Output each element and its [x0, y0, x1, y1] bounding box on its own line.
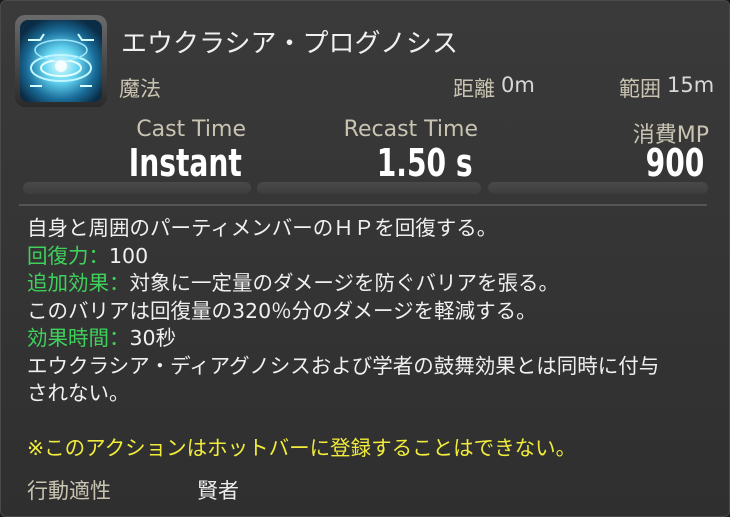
duration-line: 効果時間：30秒	[27, 325, 717, 353]
potency-line: 回復力：100	[27, 243, 717, 271]
eukrasian-prognosis-icon	[20, 20, 102, 102]
potency-label: 回復力：	[27, 243, 109, 268]
recast-time-label: Recast Time	[343, 117, 478, 142]
action-tooltip: エウクラシア・プログノシス 魔法 距離 0m 範囲 15m Cast Time …	[0, 0, 730, 517]
distance-label: 距離	[453, 77, 495, 101]
effect-line: 追加効果：対象に一定量のダメージを防ぐバリアを張る。	[27, 270, 717, 298]
cast-time-value: Instant	[128, 141, 242, 185]
mp-cost-value: 900	[645, 141, 704, 185]
description-line: このバリアは回復量の320％分のダメージを軽減する。	[27, 298, 537, 323]
job-value: 賢者	[197, 479, 239, 503]
recast-time-bar	[257, 182, 481, 194]
description-line: されない。	[27, 381, 130, 405]
cast-time-bar	[23, 182, 251, 194]
radius-value: 15m	[667, 73, 715, 97]
action-description: 自身と周囲のパーティメンバーのＨＰを回復する。 回復力：100 追加効果：対象に…	[27, 215, 717, 463]
duration-label: 効果時間：	[27, 326, 130, 350]
radius-label: 範囲	[619, 77, 661, 101]
cast-time-label: Cast Time	[136, 117, 246, 142]
description-line: 自身と周囲のパーティメンバーのＨＰを回復する。	[27, 216, 498, 240]
divider	[19, 204, 707, 206]
potency-value: 100	[109, 243, 149, 268]
action-icon-frame	[15, 15, 107, 107]
action-name: エウクラシア・プログノシス	[121, 29, 458, 59]
mp-cost-bar	[488, 182, 708, 194]
job-label: 行動適性	[27, 479, 111, 503]
distance-value: 0m	[501, 73, 535, 97]
recast-time-value: 1.50 s	[377, 141, 473, 185]
description-line: エウクラシア・ディアグノシスおよび学者の鼓舞効果とは同時に付与	[27, 353, 660, 378]
hotbar-note: ※このアクションはホットバーに登録することはできない。	[27, 436, 577, 460]
effect-label: 追加効果：	[27, 271, 130, 295]
effect-text: 対象に一定量のダメージを防ぐバリアを張る。	[129, 271, 559, 295]
duration-value: 30秒	[129, 326, 177, 350]
action-category: 魔法	[119, 77, 161, 101]
